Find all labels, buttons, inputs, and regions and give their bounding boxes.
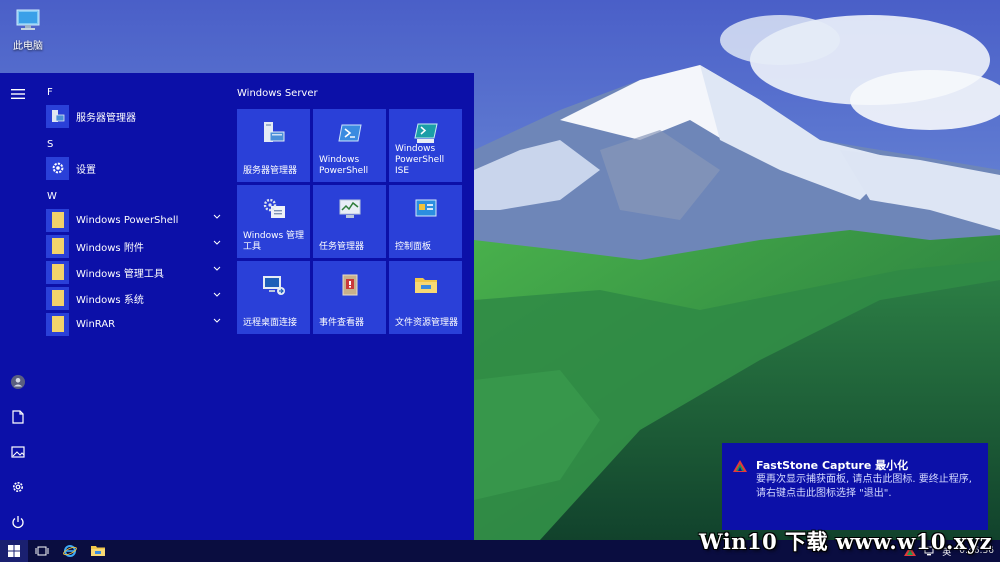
pictures-icon: [11, 446, 25, 458]
user-icon: [11, 375, 25, 389]
app-item-label: Windows PowerShell: [76, 214, 179, 226]
user-account-button[interactable]: [8, 372, 28, 392]
app-item-label: Windows 管理工具: [76, 268, 164, 280]
folder-icon: [46, 312, 69, 336]
app-folder-winrar[interactable]: WinRAR: [46, 311, 226, 337]
task-view-button[interactable]: [28, 540, 56, 562]
app-item-settings[interactable]: 设置: [46, 155, 226, 181]
file-explorer-icon: [414, 278, 437, 293]
app-item-label: Windows 系统: [76, 294, 144, 306]
start-button[interactable]: [0, 540, 28, 562]
powershell-icon: [337, 124, 362, 142]
tile-windows-powershell[interactable]: Windows PowerShell: [313, 109, 386, 182]
control-panel-icon: [415, 199, 436, 217]
group-header-f[interactable]: F: [46, 83, 226, 103]
site-watermark: Win10 下载 www.w10.xyz: [699, 529, 992, 554]
app-item-label: Windows 附件: [76, 242, 144, 254]
powershell-ise-icon: [413, 123, 438, 143]
folder-icon: [46, 260, 69, 284]
tile-file-explorer[interactable]: 文件资源管理器: [389, 261, 462, 334]
tile-control-panel[interactable]: 控制面板: [389, 185, 462, 258]
event-viewer-icon: [342, 274, 357, 296]
app-folder-windows-accessories[interactable]: Windows 附件: [46, 233, 226, 259]
tile-label: Windows 管理工具: [243, 231, 305, 252]
this-pc-desktop-icon[interactable]: 此电脑: [6, 6, 50, 60]
folder-icon: [46, 208, 69, 232]
power-icon: [12, 516, 24, 529]
internet-explorer-taskbar-button[interactable]: [56, 540, 84, 562]
folder-icon: [46, 286, 69, 310]
tile-windows-powershell-ise[interactable]: Windows PowerShell ISE: [389, 109, 462, 182]
server-manager-icon: [263, 122, 284, 142]
tile-remote-desktop[interactable]: 远程桌面连接: [237, 261, 310, 334]
group-header-s[interactable]: S: [46, 135, 226, 155]
tiles-grid: 服务器管理器 Windows PowerShell Windows PowerS…: [237, 109, 465, 334]
chevron-down-icon[interactable]: [213, 292, 221, 298]
windows-logo-icon: [8, 545, 20, 557]
power-button[interactable]: [8, 512, 28, 532]
tile-label: Windows PowerShell ISE: [395, 144, 445, 176]
tile-label: 任务管理器: [319, 242, 365, 252]
pictures-button[interactable]: [8, 442, 28, 462]
tile-server-manager[interactable]: 服务器管理器: [237, 109, 310, 182]
tile-label: 服务器管理器: [243, 166, 298, 176]
internet-explorer-icon: [63, 545, 77, 557]
hamburger-icon: [11, 89, 25, 99]
tile-label: 控制面板: [395, 242, 432, 252]
app-item-label: 服务器管理器: [76, 112, 136, 124]
task-manager-icon: [339, 199, 360, 218]
start-menu: F 服务器管理器 S 设置 W Windows PowerShell Windo…: [0, 73, 474, 541]
app-list: F 服务器管理器 S 设置 W Windows PowerShell Windo…: [46, 83, 226, 337]
folder-icon: [91, 546, 105, 556]
hamburger-menu-button[interactable]: [8, 84, 28, 104]
app-item-label: 设置: [76, 164, 96, 176]
tile-label: Windows PowerShell: [319, 155, 369, 176]
settings-button[interactable]: [8, 477, 28, 497]
gear-icon: [46, 156, 69, 180]
folder-icon: [46, 234, 69, 258]
toast-body: 要再次显示捕获面板, 请点击此图标. 要终止程序, 请右键点击此图标选择 "退出…: [756, 474, 972, 499]
chevron-down-icon[interactable]: [213, 266, 221, 272]
tile-windows-admin-tools[interactable]: Windows 管理工具: [237, 185, 310, 258]
admin-tools-icon: [263, 198, 285, 218]
toast-title: FastStone Capture 最小化: [756, 459, 909, 472]
chevron-down-icon[interactable]: [213, 240, 221, 246]
app-folder-windows-admin-tools[interactable]: Windows 管理工具: [46, 259, 226, 285]
task-view-icon: [35, 546, 49, 556]
app-folder-windows-system[interactable]: Windows 系统: [46, 285, 226, 311]
chevron-down-icon[interactable]: [213, 318, 221, 324]
faststone-toast-notification[interactable]: FastStone Capture 最小化 要再次显示捕获面板, 请点击此图标.…: [722, 443, 988, 530]
tile-label: 事件查看器: [319, 318, 365, 328]
documents-button[interactable]: [8, 407, 28, 427]
this-pc-label: 此电脑: [13, 41, 43, 52]
start-rail: [0, 73, 36, 541]
faststone-capture-icon: [733, 460, 747, 472]
app-folder-windows-powershell[interactable]: Windows PowerShell: [46, 207, 226, 233]
remote-desktop-icon: [262, 276, 285, 295]
app-item-label: WinRAR: [76, 318, 116, 330]
tile-label: 远程桌面连接: [243, 318, 298, 328]
tile-event-viewer[interactable]: 事件查看器: [313, 261, 386, 334]
gear-icon: [13, 482, 23, 492]
tile-label: 文件资源管理器: [395, 318, 459, 328]
server-manager-icon: [46, 104, 69, 128]
file-explorer-taskbar-button[interactable]: [84, 540, 112, 562]
tiles-group-header[interactable]: Windows Server: [237, 88, 318, 99]
app-item-server-manager[interactable]: 服务器管理器: [46, 103, 226, 129]
group-header-w[interactable]: W: [46, 187, 226, 207]
document-icon: [12, 410, 24, 424]
computer-icon: [16, 9, 40, 30]
tile-task-manager[interactable]: 任务管理器: [313, 185, 386, 258]
chevron-down-icon[interactable]: [213, 214, 221, 220]
